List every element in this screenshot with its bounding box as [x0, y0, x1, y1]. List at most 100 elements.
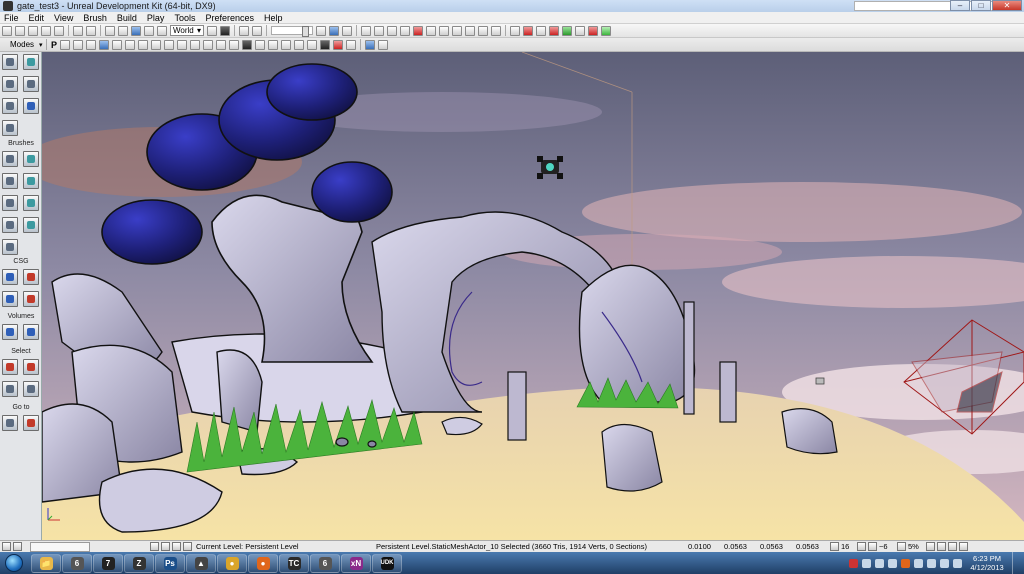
lighting-buildinfo-icon[interactable] — [216, 39, 227, 50]
menu-preferences[interactable]: Preferences — [205, 13, 254, 23]
pie-icon[interactable] — [562, 25, 572, 36]
lightmap-density-icon[interactable] — [177, 39, 188, 50]
light-complexity-icon[interactable] — [138, 39, 149, 50]
tray-app-icon[interactable] — [875, 558, 884, 568]
flag-icon[interactable] — [536, 25, 546, 36]
geometry-mode-button[interactable] — [23, 54, 39, 70]
show-selected-button[interactable] — [2, 359, 18, 375]
cube-brush-button[interactable] — [2, 151, 18, 167]
binoculars-icon[interactable] — [207, 25, 217, 36]
csg-add-button[interactable] — [2, 269, 18, 285]
rotate-icon[interactable] — [131, 25, 141, 36]
preferences-icon[interactable] — [948, 542, 957, 551]
menu-edit[interactable]: Edit — [29, 13, 45, 23]
sheet-brush-button[interactable] — [23, 195, 39, 211]
sound-icon[interactable] — [452, 25, 462, 36]
snapshot-icon[interactable] — [346, 39, 357, 50]
tray-app-icon[interactable] — [914, 558, 923, 568]
volume-list-button[interactable] — [23, 324, 39, 340]
play-icon[interactable] — [601, 25, 611, 36]
scale-snap-value[interactable]: 5% — [908, 542, 926, 551]
tetrahedron-brush-button[interactable] — [23, 217, 39, 233]
coordinate-system-select[interactable]: World ▾ — [170, 25, 204, 36]
level-icon[interactable] — [150, 542, 159, 551]
save-all-icon[interactable] — [41, 25, 51, 36]
menu-brush[interactable]: Brush — [83, 13, 107, 23]
grid-size-value[interactable]: 16 — [841, 542, 857, 551]
rotation-snap-checkbox[interactable] — [857, 542, 866, 551]
camera-mode-button[interactable] — [2, 54, 18, 70]
brush-wireframe-icon[interactable] — [73, 39, 84, 50]
taskbar-app-tc[interactable]: TC — [279, 553, 309, 573]
taskbar-app-7[interactable]: 7 — [93, 553, 123, 573]
system-clock[interactable]: 6:23 PM 4/12/2013 — [966, 554, 1008, 572]
camera-speed-slider[interactable] — [271, 26, 313, 37]
rotation-snap-toggle[interactable] — [868, 542, 877, 551]
foliage-mode-button[interactable] — [2, 120, 18, 136]
matinee-icon[interactable] — [239, 25, 249, 36]
detail-lighting-icon[interactable] — [112, 39, 123, 50]
save-icon[interactable] — [28, 25, 38, 36]
taskbar-app-6b[interactable]: 6 — [310, 553, 340, 573]
build-geometry-icon[interactable] — [316, 25, 326, 36]
deintersect-icon[interactable] — [400, 25, 410, 36]
taskbar-app-zbrush[interactable]: Z — [124, 553, 154, 573]
generic-browser-icon[interactable] — [252, 25, 262, 36]
view-mode-icon[interactable] — [320, 39, 331, 50]
maximize-button[interactable]: □ — [971, 0, 991, 11]
volumetric-brush-button[interactable] — [2, 239, 18, 255]
tray-app-icon[interactable] — [888, 558, 897, 568]
terrain-mode-button[interactable] — [2, 76, 18, 92]
post-process-icon[interactable] — [294, 39, 305, 50]
undo-icon[interactable] — [73, 25, 83, 36]
guide-icon[interactable] — [307, 39, 318, 50]
fullscreen-icon[interactable] — [959, 542, 968, 551]
level-browser-icon[interactable] — [161, 542, 170, 551]
level-icon[interactable] — [510, 25, 520, 36]
recording-icon[interactable] — [333, 39, 344, 50]
shader-complexity-icon[interactable] — [164, 39, 175, 50]
grid-snap-checkbox[interactable] — [830, 542, 839, 551]
realtime-icon[interactable] — [242, 39, 253, 50]
menu-play[interactable]: Play — [147, 13, 165, 23]
open-icon[interactable] — [15, 25, 25, 36]
start-button[interactable] — [5, 554, 23, 572]
taskbar-app-photoshop[interactable]: Ps — [155, 553, 185, 573]
show-desktop-button[interactable] — [1012, 552, 1020, 574]
menu-view[interactable]: View — [54, 13, 73, 23]
new-icon[interactable] — [2, 25, 12, 36]
tray-app-icon[interactable] — [901, 558, 910, 568]
go-to-builder-brush-button[interactable] — [23, 415, 39, 431]
go-to-actor-button[interactable] — [2, 415, 18, 431]
show-all-button[interactable] — [23, 381, 39, 397]
cover-icon[interactable] — [413, 25, 423, 36]
content-browser-icon[interactable] — [54, 25, 64, 36]
game-view-icon[interactable] — [255, 39, 266, 50]
brush-add-icon[interactable] — [374, 25, 384, 36]
taskbar-app-udk[interactable]: UDK — [372, 553, 402, 573]
taskbar-app-chrome[interactable]: ● — [217, 553, 247, 573]
wireframe-icon[interactable] — [60, 39, 71, 50]
drag-grid-toggle[interactable] — [937, 542, 946, 551]
tray-app-icon[interactable] — [927, 558, 936, 568]
tray-app-icon[interactable] — [862, 558, 871, 568]
select-inverse-button[interactable] — [2, 381, 18, 397]
curved-stair-brush-button[interactable] — [2, 173, 18, 189]
perspective-toggle[interactable]: P — [51, 40, 57, 50]
menu-file[interactable]: File — [4, 13, 19, 23]
sphere-icon[interactable] — [491, 25, 501, 36]
unlit-icon[interactable] — [86, 39, 97, 50]
translate-icon[interactable] — [118, 25, 128, 36]
texture-align-mode-button[interactable] — [23, 76, 39, 92]
mesh-paint-mode-button[interactable] — [2, 98, 18, 114]
menu-build[interactable]: Build — [117, 13, 137, 23]
viewport-tab-icon[interactable] — [2, 542, 11, 551]
record-icon[interactable] — [523, 25, 533, 36]
command-input[interactable] — [30, 541, 90, 552]
csg-deintersect-button[interactable] — [23, 291, 39, 307]
lighting-only-icon[interactable] — [125, 39, 136, 50]
brush-subtract-icon[interactable] — [361, 25, 371, 36]
redo-icon[interactable] — [86, 25, 96, 36]
menu-help[interactable]: Help — [264, 13, 283, 23]
scale-icon[interactable] — [144, 25, 154, 36]
